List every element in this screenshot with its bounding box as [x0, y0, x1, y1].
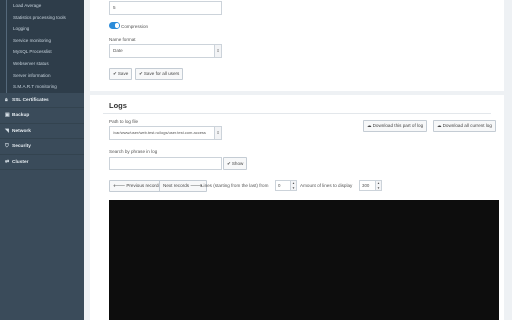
toggle-knob: [114, 23, 119, 28]
name-format-select[interactable]: Date ⇕: [109, 44, 222, 58]
sidebar-item-label: Cluster: [12, 159, 29, 165]
search-phrase-input[interactable]: [109, 157, 222, 170]
sidebar-subitem-service-monitoring[interactable]: Service monitoring: [0, 34, 84, 47]
chevron-down-icon: ⇕: [214, 127, 221, 139]
check-icon: ✔: [113, 71, 117, 76]
stepper-arrows-icon[interactable]: ▲ ▼: [290, 181, 296, 190]
rotation-count-input[interactable]: 5: [109, 1, 222, 15]
lines-from-value: 0: [278, 183, 281, 188]
exchange-icon: ⇄: [5, 158, 10, 165]
log-output-area[interactable]: [109, 200, 499, 320]
sidebar-item-label: Backup: [12, 113, 30, 119]
main-content: 5 Compression Name format Date ⇕ ✔Save ✔…: [84, 0, 512, 320]
sidebar-subitem-mysql-processlist[interactable]: MySQL Processlist: [0, 46, 84, 58]
check-icon: ✔: [139, 71, 143, 76]
log-path-value: /var/www/user/web.test.ru/logs/user.test…: [113, 130, 206, 135]
log-settings-panel: 5 Compression Name format Date ⇕ ✔Save ✔…: [90, 0, 504, 91]
name-format-value: Date: [113, 48, 123, 53]
sidebar-subitem-smart-monitoring[interactable]: S.M.A.R.T monitoring: [0, 81, 84, 93]
check-icon: ✔: [227, 161, 231, 166]
lines-from-label: Lines (starting from the last) from: [201, 183, 269, 188]
logs-panel: Logs Path to log file /var/www/user/web.…: [90, 95, 504, 320]
show-button[interactable]: ✔Show: [223, 157, 248, 170]
divider: [103, 113, 491, 114]
database-icon: ▣: [5, 112, 10, 119]
amount-value: 300: [362, 183, 370, 188]
save-button[interactable]: ✔Save: [109, 68, 133, 80]
sidebar-item-label: Security: [12, 144, 31, 150]
stepper-arrows-icon[interactable]: ▲ ▼: [375, 181, 381, 190]
log-path-select[interactable]: /var/www/user/web.test.ru/logs/user.test…: [109, 126, 222, 140]
amount-stepper[interactable]: 300 ▲ ▼: [359, 180, 382, 191]
lock-icon: 🔒︎: [5, 96, 8, 103]
monitoring-submenu: Load Average Statistics processing tools…: [0, 0, 84, 93]
sidebar-item-ssl-certificates[interactable]: 🔒︎ SSL Certificates: [0, 93, 84, 109]
sidebar-subitem-logging[interactable]: Logging: [0, 23, 84, 35]
shield-icon: ⛉: [5, 143, 9, 150]
search-label: Search by phrase in log: [109, 149, 158, 154]
sidebar-subitem-load-average[interactable]: Load Average: [0, 0, 84, 12]
sidebar-item-security[interactable]: ⛉ Security: [0, 139, 84, 155]
rss-icon: ◥: [5, 127, 9, 134]
compression-toggle[interactable]: [109, 22, 120, 29]
sidebar-item-label: SSL Certificates: [12, 97, 49, 103]
sidebar: Load Average Statistics processing tools…: [0, 0, 84, 320]
sidebar-subitem-webserver-status[interactable]: Webserver status: [0, 57, 84, 70]
logs-title: Logs: [109, 101, 127, 110]
cloud-download-icon: ☁: [437, 123, 442, 128]
lines-from-stepper[interactable]: 0 ▲ ▼: [275, 180, 297, 191]
download-part-button[interactable]: ☁Download this part of log: [363, 120, 428, 132]
sidebar-subitem-server-information[interactable]: Server information: [0, 69, 84, 82]
chevron-down-icon: ⇕: [214, 45, 221, 57]
sidebar-item-backup[interactable]: ▣ Backup: [0, 108, 84, 124]
name-format-label: Name format: [109, 37, 136, 42]
amount-label: Amount of lines to display: [300, 183, 353, 188]
sidebar-item-label: Network: [12, 128, 31, 134]
arrow-left-icon: 🡐: [113, 183, 126, 188]
previous-records-button[interactable]: 🡐Previous records: [109, 180, 165, 192]
path-label: Path to log file: [109, 119, 139, 124]
sidebar-item-network[interactable]: ◥ Network: [0, 124, 84, 140]
download-all-button[interactable]: ☁Download all current log: [433, 120, 496, 132]
compression-label: Compression: [121, 23, 149, 29]
save-for-all-users-button[interactable]: ✔Save for all users: [135, 68, 184, 80]
sidebar-item-cluster[interactable]: ⇄ Cluster: [0, 155, 84, 171]
cloud-download-icon: ☁: [367, 123, 372, 128]
sidebar-subitem-statistics[interactable]: Statistics processing tools: [0, 11, 84, 24]
